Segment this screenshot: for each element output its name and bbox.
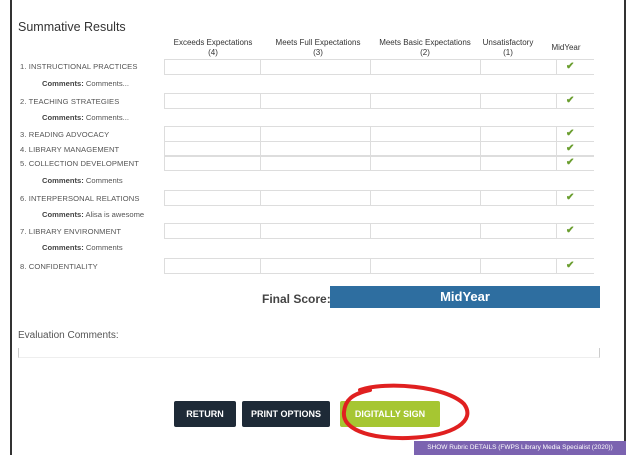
column-exceeds-expectations: Exceeds Expectations (4): [160, 38, 266, 58]
comment-text: Comments...: [85, 113, 129, 122]
evaluation-comments-label: Evaluation Comments:: [18, 330, 119, 341]
row-comment: Comments: Comments: [42, 243, 123, 252]
row-comment: Comments: Alisa is awesome: [42, 210, 144, 219]
rubric-row-label: 4. LIBRARY MANAGEMENT: [20, 145, 120, 154]
rubric-row-label: 3. READING ADVOCACY: [20, 130, 110, 139]
column-exceeds-score: (4): [208, 48, 218, 57]
print-options-button[interactable]: PRINT OPTIONS: [242, 401, 330, 427]
comment-label: Comments:: [42, 79, 84, 88]
midyear-check-icon: ✔: [566, 225, 575, 236]
column-unsat-label: Unsatisfactory: [482, 38, 534, 47]
rubric-row-label: 6. INTERPERSONAL RELATIONS: [20, 194, 140, 203]
midyear-check-icon: ✔: [566, 61, 575, 72]
rubric-row-cells[interactable]: [164, 59, 594, 75]
evaluation-comments-field[interactable]: [18, 348, 600, 358]
midyear-check-icon: ✔: [566, 95, 575, 106]
comment-label: Comments:: [42, 210, 84, 219]
column-exceeds-label: Exceeds Expectations: [173, 38, 253, 47]
rubric-row-cells[interactable]: [164, 155, 594, 171]
comment-text: Comments: [85, 243, 123, 252]
rubric-row-label: 7. LIBRARY ENVIRONMENT: [20, 227, 122, 236]
comment-label: Comments:: [42, 243, 84, 252]
midyear-check-icon: ✔: [566, 128, 575, 139]
row-comment: Comments: Comments...: [42, 113, 129, 122]
column-basic-label: Meets Basic Expectations: [379, 38, 471, 47]
column-midyear: MidYear: [551, 43, 581, 52]
column-meets-score: (3): [313, 48, 323, 57]
rubric-row-label: 2. TEACHING STRATEGIES: [20, 97, 120, 106]
return-button[interactable]: RETURN: [174, 401, 236, 427]
rubric-row-cells[interactable]: [164, 258, 594, 274]
column-unsat-score: (1): [503, 48, 513, 57]
page-title: Summative Results: [18, 20, 126, 34]
final-score-value: MidYear: [330, 286, 600, 308]
rubric-row-cells[interactable]: [164, 223, 594, 239]
show-rubric-details-link[interactable]: SHOW Rubric DETAILS (FWPS Library Media …: [414, 441, 626, 455]
column-meets-label: Meets Full Expectations: [275, 38, 361, 47]
comment-text: Alisa is awesome: [85, 210, 145, 219]
red-annotation-circle: [341, 383, 470, 441]
midyear-check-icon: ✔: [566, 192, 575, 203]
column-meets-basic-expectations: Meets Basic Expectations (2): [370, 38, 480, 58]
rubric-row-cells[interactable]: [164, 93, 594, 109]
comment-label: Comments:: [42, 113, 84, 122]
comment-text: Comments: [85, 176, 123, 185]
column-unsatisfactory: Unsatisfactory (1): [478, 38, 538, 58]
column-basic-score: (2): [420, 48, 430, 57]
comment-label: Comments:: [42, 176, 84, 185]
midyear-check-icon: ✔: [566, 260, 575, 271]
comment-text: Comments...: [85, 79, 129, 88]
row-comment: Comments: Comments...: [42, 79, 129, 88]
midyear-check-icon: ✔: [566, 143, 575, 154]
rubric-row-cells[interactable]: [164, 126, 594, 142]
final-score-label: Final Score:: [262, 292, 331, 306]
row-comment: Comments: Comments: [42, 176, 123, 185]
rubric-row-label: 5. COLLECTION DEVELOPMENT: [20, 159, 139, 168]
rubric-row-cells[interactable]: [164, 190, 594, 206]
rubric-row-label: 1. INSTRUCTIONAL PRACTICES: [20, 62, 138, 71]
midyear-check-icon: ✔: [566, 157, 575, 168]
column-meets-full-expectations: Meets Full Expectations (3): [263, 38, 373, 58]
rubric-row-label: 8. CONFIDENTIALITY: [20, 262, 98, 271]
